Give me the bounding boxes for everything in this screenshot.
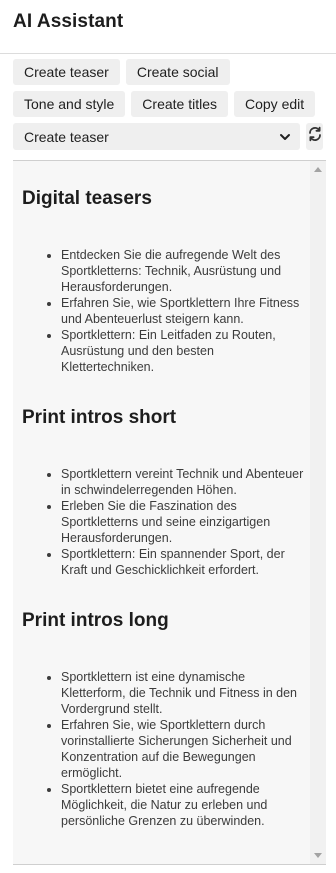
- list-item: Erfahren Sie, wie Sportklettern Ihre Fit…: [61, 295, 310, 327]
- section-list: Entdecken Sie die aufregende Welt des Sp…: [22, 247, 310, 375]
- list-item: Sportklettern: Ein Leitfaden zu Routen, …: [61, 327, 310, 375]
- refresh-button[interactable]: [306, 123, 323, 150]
- create-titles-button[interactable]: Create titles: [131, 91, 228, 117]
- results-area[interactable]: Digital teasers Entdecken Sie die aufreg…: [13, 160, 326, 865]
- results-scrollbar[interactable]: [310, 161, 326, 864]
- chevron-down-icon: [279, 131, 291, 143]
- refresh-icon: [307, 126, 323, 147]
- panel-title: AI Assistant: [13, 11, 124, 32]
- section-digital-teasers: Digital teasers Entdecken Sie die aufreg…: [22, 187, 310, 375]
- action-row-2: Tone and style Create titles Copy edit: [13, 91, 323, 117]
- create-social-button[interactable]: Create social: [125, 59, 230, 85]
- list-item: Entdecken Sie die aufregende Welt des Sp…: [61, 247, 310, 295]
- mode-select-value: Create teaser: [24, 128, 109, 145]
- results-content: Digital teasers Entdecken Sie die aufreg…: [13, 161, 310, 864]
- ai-assistant-panel: AI Assistant Create teaser Create social…: [0, 0, 336, 873]
- list-item: Erleben Sie die Faszination des Sportkle…: [61, 498, 310, 546]
- list-item: Sportklettern bietet eine aufregende Mög…: [61, 781, 310, 829]
- section-list: Sportklettern vereint Technik und Abente…: [22, 466, 310, 578]
- scroll-down-arrow-icon[interactable]: [314, 853, 322, 858]
- mode-select[interactable]: Create teaser: [13, 123, 300, 150]
- list-item: Erfahren Sie, wie Sportklettern durch vo…: [61, 717, 310, 781]
- create-teaser-button[interactable]: Create teaser: [13, 59, 120, 85]
- list-item: Sportklettern vereint Technik und Abente…: [61, 466, 310, 498]
- section-list: Sportklettern ist eine dynamische Klette…: [22, 669, 310, 829]
- panel-header: AI Assistant: [0, 0, 336, 54]
- section-title: Print intros short: [22, 407, 177, 428]
- action-controls: Create teaser Create social Tone and sty…: [0, 54, 336, 150]
- list-item: Sportklettern ist eine dynamische Klette…: [61, 669, 310, 717]
- scroll-up-arrow-icon[interactable]: [314, 167, 322, 172]
- action-row-1: Create teaser Create social: [13, 59, 323, 85]
- mode-select-row: Create teaser: [13, 123, 323, 150]
- section-title: Print intros long: [22, 610, 169, 631]
- section-print-intros-short: Print intros short Sportklettern vereint…: [22, 406, 310, 578]
- copy-edit-button[interactable]: Copy edit: [234, 91, 316, 117]
- section-print-intros-long: Print intros long Sportklettern ist eine…: [22, 609, 310, 829]
- section-title: Digital teasers: [22, 188, 152, 209]
- list-item: Sportklettern: Ein spannender Sport, der…: [61, 546, 310, 578]
- tone-and-style-button[interactable]: Tone and style: [13, 91, 126, 117]
